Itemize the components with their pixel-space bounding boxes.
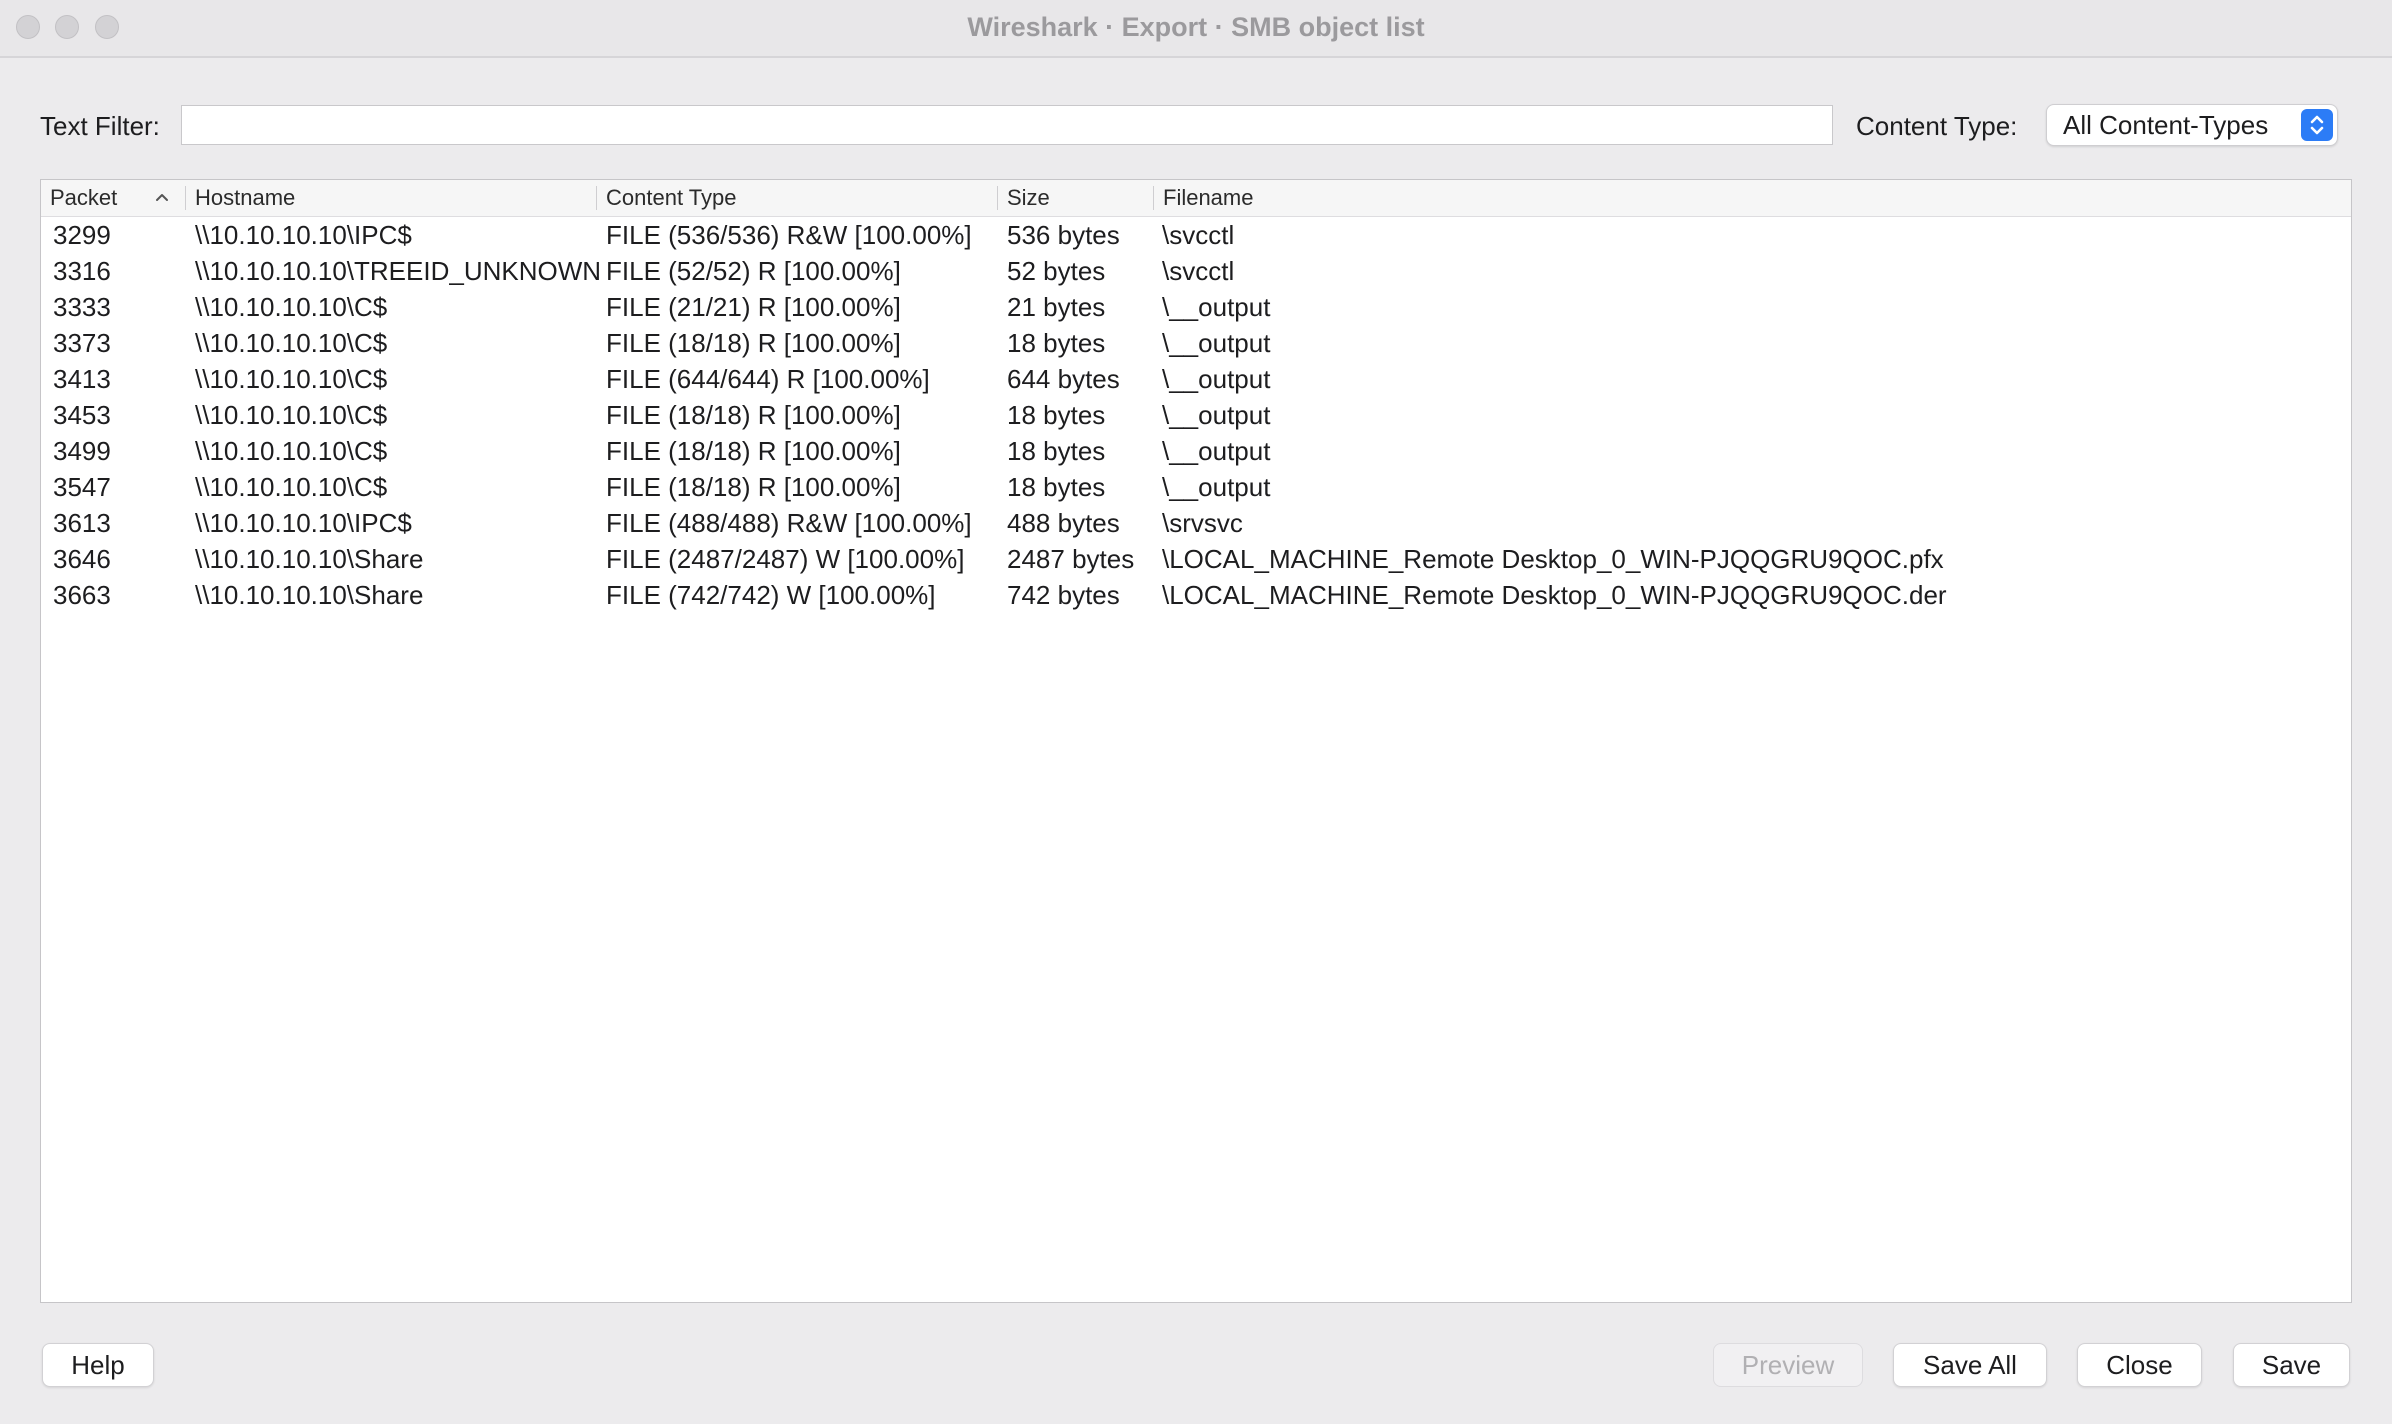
cell-filename: \__output: [1162, 436, 1271, 466]
cell-size: 18 bytes: [1007, 328, 1106, 358]
cell-content-type: FILE (18/18) R [100.00%]: [606, 436, 901, 466]
table-row[interactable]: 3646 \\10.10.10.10\Share FILE (2487/2487…: [41, 541, 2351, 577]
cell-size: 21 bytes: [1007, 292, 1106, 322]
cell-content-type: FILE (18/18) R [100.00%]: [606, 472, 901, 502]
cell-packet: 3299: [53, 220, 111, 250]
cell-filename: \__output: [1162, 292, 1271, 322]
cell-hostname: \\10.10.10.10\C$: [195, 292, 388, 322]
column-header-content-type[interactable]: Content Type: [597, 180, 997, 216]
cell-hostname: \\10.10.10.10\Share: [195, 580, 424, 610]
smb-object-table[interactable]: Packet Hostname Content Type Size Filena…: [40, 179, 2352, 1303]
cell-hostname: \\10.10.10.10\C$: [195, 436, 388, 466]
table-header: Packet Hostname Content Type Size Filena…: [41, 180, 2351, 217]
window-title: Wireshark · Export · SMB object list: [967, 12, 1425, 42]
text-filter-label: Text Filter:: [40, 111, 160, 141]
cell-size: 644 bytes: [1007, 364, 1120, 394]
save-all-button[interactable]: Save All: [1893, 1343, 2047, 1387]
column-header-packet-label: Packet: [50, 185, 118, 210]
column-header-filename[interactable]: Filename: [1154, 180, 2351, 216]
cell-packet: 3316: [53, 256, 111, 286]
cell-size: 742 bytes: [1007, 580, 1120, 610]
cell-packet: 3547: [53, 472, 111, 502]
cell-content-type: FILE (21/21) R [100.00%]: [606, 292, 901, 322]
cell-size: 488 bytes: [1007, 508, 1120, 538]
cell-hostname: \\10.10.10.10\C$: [195, 328, 388, 358]
cell-packet: 3613: [53, 508, 111, 538]
cell-content-type: FILE (488/488) R&W [100.00%]: [606, 508, 972, 538]
cell-filename: \LOCAL_MACHINE_Remote Desktop_0_WIN-PJQQ…: [1162, 544, 1944, 574]
text-filter-input[interactable]: [181, 105, 1833, 145]
content-type-label: Content Type:: [1856, 111, 2018, 141]
cell-packet: 3333: [53, 292, 111, 322]
cell-content-type: FILE (52/52) R [100.00%]: [606, 256, 901, 286]
cell-hostname: \\10.10.10.10\C$: [195, 364, 388, 394]
cell-content-type: FILE (18/18) R [100.00%]: [606, 328, 901, 358]
cell-packet: 3499: [53, 436, 111, 466]
table-row[interactable]: 3413 \\10.10.10.10\C$ FILE (644/644) R […: [41, 361, 2351, 397]
cell-content-type: FILE (742/742) W [100.00%]: [606, 580, 936, 610]
title-bar: Wireshark · Export · SMB object list: [0, 0, 2392, 58]
export-smb-dialog: Wireshark · Export · SMB object list Tex…: [0, 0, 2392, 1424]
cell-content-type: FILE (644/644) R [100.00%]: [606, 364, 930, 394]
table-row[interactable]: 3316 \\10.10.10.10\TREEID_UNKNOWN FILE (…: [41, 253, 2351, 289]
save-button[interactable]: Save: [2233, 1343, 2350, 1387]
cell-size: 2487 bytes: [1007, 544, 1135, 574]
cell-size: 18 bytes: [1007, 400, 1106, 430]
cell-hostname: \\10.10.10.10\C$: [195, 400, 388, 430]
cell-filename: \LOCAL_MACHINE_Remote Desktop_0_WIN-PJQQ…: [1162, 580, 1947, 610]
table-row[interactable]: 3333 \\10.10.10.10\C$ FILE (21/21) R [10…: [41, 289, 2351, 325]
cell-hostname: \\10.10.10.10\Share: [195, 544, 424, 574]
cell-content-type: FILE (2487/2487) W [100.00%]: [606, 544, 965, 574]
cell-size: 18 bytes: [1007, 436, 1106, 466]
cell-packet: 3453: [53, 400, 111, 430]
cell-hostname: \\10.10.10.10\IPC$: [195, 508, 412, 538]
cell-content-type: FILE (18/18) R [100.00%]: [606, 400, 901, 430]
table-row[interactable]: 3373 \\10.10.10.10\C$ FILE (18/18) R [10…: [41, 325, 2351, 361]
cell-filename: \__output: [1162, 400, 1271, 430]
cell-size: 52 bytes: [1007, 256, 1106, 286]
cell-packet: 3413: [53, 364, 111, 394]
table-body: 3299 \\10.10.10.10\IPC$ FILE (536/536) R…: [41, 217, 2351, 613]
table-row[interactable]: 3453 \\10.10.10.10\C$ FILE (18/18) R [10…: [41, 397, 2351, 433]
cell-hostname: \\10.10.10.10\C$: [195, 472, 388, 502]
cell-filename: \__output: [1162, 364, 1271, 394]
column-header-size[interactable]: Size: [998, 180, 1153, 216]
up-down-chevron-icon: [2301, 109, 2333, 141]
column-header-content-type-label: Content Type: [606, 185, 737, 210]
cell-filename: \srvsvc: [1162, 508, 1243, 538]
column-header-packet[interactable]: Packet: [41, 180, 185, 216]
column-header-size-label: Size: [1007, 185, 1050, 210]
cell-content-type: FILE (536/536) R&W [100.00%]: [606, 220, 972, 250]
cell-filename: \svcctl: [1162, 256, 1235, 286]
cell-packet: 3373: [53, 328, 111, 358]
table-row[interactable]: 3663 \\10.10.10.10\Share FILE (742/742) …: [41, 577, 2351, 613]
cell-hostname: \\10.10.10.10\TREEID_UNKNOWN: [195, 256, 602, 286]
cell-hostname: \\10.10.10.10\IPC$: [195, 220, 412, 250]
column-header-hostname-label: Hostname: [195, 185, 296, 210]
cell-size: 18 bytes: [1007, 472, 1106, 502]
help-button[interactable]: Help: [42, 1343, 154, 1387]
cell-filename: \svcctl: [1162, 220, 1235, 250]
cell-packet: 3646: [53, 544, 111, 574]
close-button[interactable]: Close: [2077, 1343, 2202, 1387]
table-row[interactable]: 3613 \\10.10.10.10\IPC$ FILE (488/488) R…: [41, 505, 2351, 541]
cell-filename: \__output: [1162, 472, 1271, 502]
column-header-hostname[interactable]: Hostname: [186, 180, 596, 216]
preview-button[interactable]: Preview: [1713, 1343, 1863, 1387]
cell-packet: 3663: [53, 580, 111, 610]
content-type-selected-value: All Content-Types: [2063, 110, 2269, 140]
table-row[interactable]: 3299 \\10.10.10.10\IPC$ FILE (536/536) R…: [41, 217, 2351, 253]
cell-size: 536 bytes: [1007, 220, 1120, 250]
cell-filename: \__output: [1162, 328, 1271, 358]
content-type-select[interactable]: All Content-Types: [2046, 104, 2338, 146]
table-row[interactable]: 3547 \\10.10.10.10\C$ FILE (18/18) R [10…: [41, 469, 2351, 505]
table-row[interactable]: 3499 \\10.10.10.10\C$ FILE (18/18) R [10…: [41, 433, 2351, 469]
column-header-filename-label: Filename: [1163, 185, 1254, 210]
